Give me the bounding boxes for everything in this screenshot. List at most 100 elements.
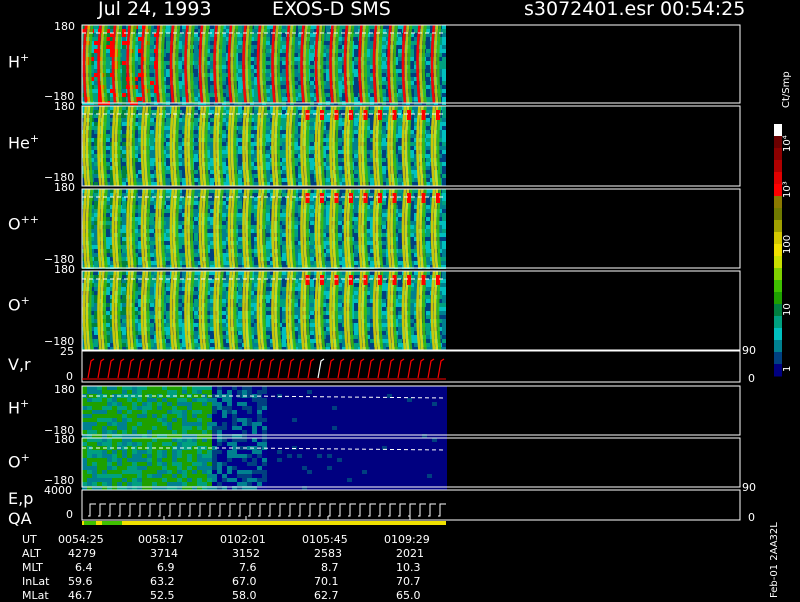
heatmap-cell bbox=[294, 158, 298, 162]
heatmap-cell bbox=[138, 174, 142, 178]
heatmap-cell bbox=[94, 89, 98, 93]
heatmap-cell bbox=[310, 237, 314, 241]
heatmap-cell bbox=[354, 65, 358, 69]
heatmap-cell bbox=[210, 182, 214, 186]
heatmap-cell bbox=[238, 53, 242, 57]
heatmap-cell bbox=[222, 134, 226, 138]
heatmap-cell bbox=[94, 182, 98, 186]
heatmap-cell bbox=[370, 170, 374, 174]
heatmap-cell bbox=[442, 170, 446, 174]
heatmap-cell bbox=[166, 33, 170, 37]
heatmap-cell bbox=[178, 69, 182, 73]
heatmap-cell bbox=[182, 29, 186, 33]
heatmap-cell bbox=[166, 138, 170, 142]
heatmap-cell bbox=[222, 146, 226, 150]
heatmap-cell bbox=[194, 114, 198, 118]
heatmap-cell bbox=[222, 166, 226, 170]
heatmap-cell bbox=[370, 110, 374, 114]
heatmap-cell bbox=[282, 233, 286, 237]
heatmap-cell bbox=[238, 253, 242, 257]
heatmap-cell bbox=[310, 146, 314, 150]
heatmap-cell bbox=[238, 41, 242, 45]
heatmap-cell bbox=[282, 166, 286, 170]
heatmap-cell bbox=[166, 217, 170, 221]
heatmap-cell bbox=[238, 245, 242, 249]
heatmap-cell bbox=[194, 41, 198, 45]
heatmap-cell bbox=[178, 73, 182, 77]
heatmap-cell bbox=[442, 29, 446, 33]
heatmap-cell bbox=[122, 245, 126, 249]
spin-peak bbox=[364, 110, 368, 120]
heatmap-cell bbox=[426, 158, 430, 162]
heatmap-cell bbox=[426, 49, 430, 53]
heatmap-cell bbox=[222, 61, 226, 65]
heatmap-cell bbox=[166, 150, 170, 154]
heatmap-cell bbox=[122, 146, 126, 150]
heatmap-cell bbox=[150, 205, 154, 209]
heatmap-cell bbox=[210, 89, 214, 93]
heatmap-cell bbox=[210, 118, 214, 122]
heatmap-cell bbox=[194, 162, 198, 166]
heatmap-cell bbox=[122, 233, 126, 237]
heatmap-cell bbox=[398, 29, 402, 33]
heatmap-cell bbox=[310, 193, 314, 197]
heatmap-cell bbox=[122, 77, 126, 81]
heatmap-cell bbox=[266, 49, 270, 53]
heatmap-cell bbox=[354, 122, 358, 126]
heatmap-cell bbox=[254, 253, 258, 257]
heatmap-cell bbox=[210, 257, 214, 261]
heatmap-cell bbox=[442, 106, 446, 110]
heatmap-cell bbox=[354, 118, 358, 122]
heatmap-cell bbox=[238, 261, 242, 265]
heatmap-cell bbox=[326, 29, 330, 33]
heatmap-cell bbox=[150, 170, 154, 174]
heatmap-cell bbox=[122, 150, 126, 154]
heatmap-cell bbox=[94, 85, 98, 89]
heatmap-cell bbox=[282, 162, 286, 166]
heatmap-cell bbox=[166, 29, 170, 33]
heatmap-cell bbox=[410, 130, 414, 134]
heatmap-cell bbox=[106, 41, 110, 45]
heatmap-cell bbox=[210, 201, 214, 205]
heatmap-cell bbox=[94, 245, 98, 249]
heatmap-cell bbox=[442, 182, 446, 186]
heatmap-cell bbox=[282, 237, 286, 241]
heatmap-cell bbox=[94, 166, 98, 170]
heatmap-cell bbox=[210, 249, 214, 253]
heatmap-cell bbox=[442, 65, 446, 69]
heatmap-cell bbox=[178, 138, 182, 142]
heatmap-cell bbox=[106, 73, 110, 77]
heatmap-cell bbox=[354, 93, 358, 97]
heatmap-cell bbox=[338, 162, 342, 166]
heatmap-cell bbox=[354, 57, 358, 61]
heatmap-cell bbox=[266, 150, 270, 154]
heatmap-cell bbox=[238, 110, 242, 114]
heatmap-cell bbox=[398, 114, 402, 118]
colorbar-segment bbox=[774, 256, 782, 269]
heatmap-cell bbox=[254, 93, 258, 97]
heatmap-cell bbox=[222, 122, 226, 126]
colorbar-segment bbox=[774, 124, 782, 137]
heatmap-cell bbox=[94, 170, 98, 174]
heatmap-cell bbox=[106, 85, 110, 89]
heatmap-cell bbox=[122, 33, 126, 37]
heatmap-cell bbox=[150, 57, 154, 61]
heatmap-cell bbox=[254, 106, 258, 110]
heatmap-cell bbox=[442, 81, 446, 85]
heatmap-cell bbox=[354, 166, 358, 170]
heatmap-cell bbox=[194, 170, 198, 174]
heatmap-cell bbox=[238, 114, 242, 118]
heatmap-cell bbox=[94, 241, 98, 245]
heatmap-cell bbox=[194, 166, 198, 170]
heatmap-cell bbox=[310, 37, 314, 41]
heatmap-cell bbox=[150, 213, 154, 217]
heatmap-cell bbox=[442, 118, 446, 122]
heatmap-cell bbox=[326, 37, 330, 41]
heatmap-cell bbox=[338, 126, 342, 130]
heatmap-cell bbox=[266, 146, 270, 150]
heatmap-cell bbox=[222, 249, 226, 253]
heatmap-cell bbox=[106, 225, 110, 229]
heatmap-cell bbox=[382, 146, 386, 150]
heatmap-cell bbox=[222, 57, 226, 61]
heatmap-cell bbox=[426, 142, 430, 146]
